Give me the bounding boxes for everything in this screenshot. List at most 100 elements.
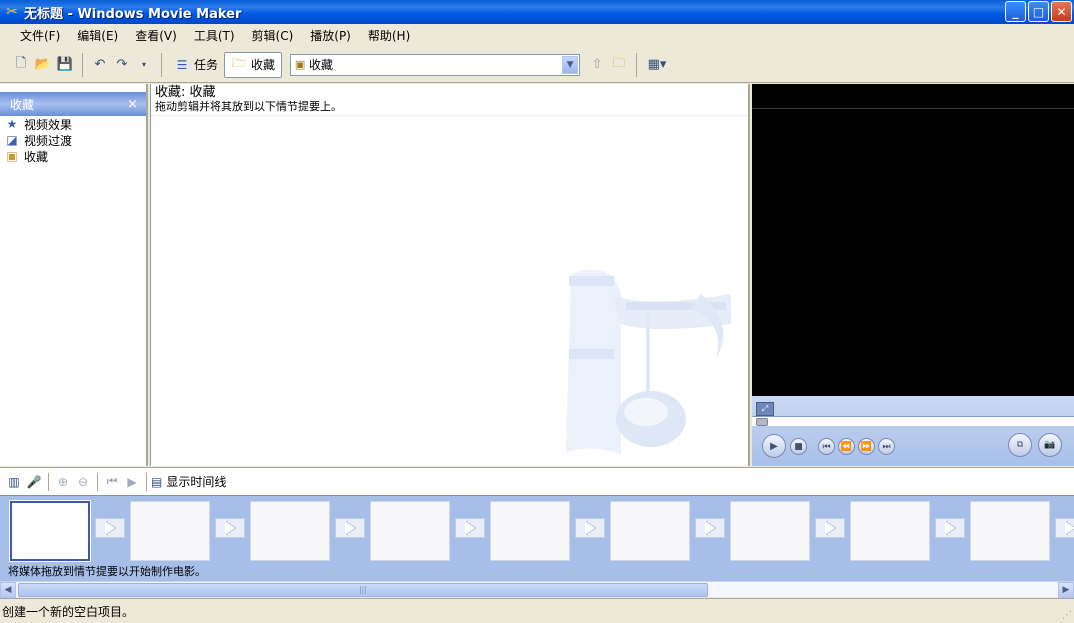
take-picture-button[interactable]: 📷 xyxy=(1038,433,1062,457)
seek-thumb[interactable] xyxy=(756,418,768,426)
up-level-icon[interactable]: ⇧ xyxy=(586,54,608,76)
transition-arrow-icon xyxy=(825,521,835,535)
title-bar: ✂ 无标题 - Windows Movie Maker _ □ ✕ xyxy=(0,0,1074,24)
transition-slot[interactable] xyxy=(935,518,965,538)
tree-item-video-transitions[interactable]: ◪ 视频过渡 xyxy=(0,132,146,148)
transition-slot[interactable] xyxy=(695,518,725,538)
contents-instructions: 拖动剪辑并将其放到以下情节提要上。 xyxy=(155,100,342,113)
chevron-down-icon[interactable]: ▼ xyxy=(562,55,579,74)
open-project-icon[interactable]: 📂 xyxy=(32,54,54,76)
scroll-left-icon[interactable]: ◀ xyxy=(0,581,16,598)
tasks-button[interactable]: ☰ 任务 xyxy=(168,52,224,78)
collections-button[interactable]: 🗁 收藏 xyxy=(224,51,283,78)
transition-arrow-icon xyxy=(705,521,715,535)
menu-help[interactable]: 帮助(H) xyxy=(362,27,416,44)
storyboard-frame[interactable] xyxy=(130,501,210,561)
tree-item-label: 视频效果 xyxy=(24,117,73,132)
scroll-track[interactable]: ||| xyxy=(16,582,1058,598)
zoom-in-icon[interactable]: ⊕ xyxy=(53,472,73,492)
minimize-button[interactable]: _ xyxy=(1005,1,1026,22)
view-options-icon[interactable]: ▦▾ xyxy=(643,54,671,76)
forward-button[interactable]: ⏩ xyxy=(858,438,875,455)
transition-slot[interactable] xyxy=(455,518,485,538)
play-button[interactable]: ▶ xyxy=(762,434,786,458)
collection-icon: ▣ xyxy=(294,58,306,71)
preview-monitor[interactable]: ▶ ■ ⏮ ⏪ ⏩ ⏭ ⧉ 📷 ⤢ xyxy=(752,84,1074,466)
menu-file[interactable]: 文件(F) xyxy=(14,27,66,44)
collection-icon: ▣ xyxy=(6,149,18,163)
storyboard-frame[interactable] xyxy=(370,501,450,561)
maximize-button[interactable]: □ xyxy=(1028,1,1049,22)
next-frame-button[interactable]: ⏭ xyxy=(878,438,895,455)
transition-arrow-icon xyxy=(225,521,235,535)
menu-clip[interactable]: 剪辑(C) xyxy=(246,27,300,44)
transition-arrow-icon xyxy=(465,521,475,535)
transition-slot[interactable] xyxy=(815,518,845,538)
folder-icon: 🗁 xyxy=(231,56,247,70)
menu-bar: 文件(F) 编辑(E) 查看(V) 工具(T) 剪辑(C) 播放(P) 帮助(H… xyxy=(0,24,1074,47)
redo-icon[interactable]: ↷ xyxy=(111,54,133,76)
storyboard-frame[interactable] xyxy=(250,501,330,561)
menu-view[interactable]: 查看(V) xyxy=(129,27,183,44)
menu-edit[interactable]: 编辑(E) xyxy=(71,27,124,44)
storyboard-frame[interactable] xyxy=(850,501,930,561)
transition-slot[interactable] xyxy=(95,518,125,538)
transition-arrow-icon xyxy=(345,521,355,535)
redo-dropdown-icon[interactable]: ▾ xyxy=(133,54,155,76)
menu-tools[interactable]: 工具(T) xyxy=(188,27,241,44)
previous-frame-button[interactable]: ⏮ xyxy=(818,438,835,455)
tree-item-video-effects[interactable]: ★ 视频效果 xyxy=(0,116,146,132)
new-project-icon[interactable]: 🗋 xyxy=(10,54,32,76)
save-project-icon[interactable]: 💾 xyxy=(54,54,76,76)
main-toolbar: 🗋 📂 💾 ↶ ↷ ▾ ☰ 任务 🗁 收藏 ▣ 收藏 ▼ ⇧ 🗀 ▦▾ xyxy=(0,47,1074,83)
collection-contents-pane[interactable]: 收藏: 收藏 拖动剪辑并将其放到以下情节提要上。 xyxy=(150,84,750,466)
resize-grip-icon[interactable]: ⋰ xyxy=(1062,610,1072,621)
storyboard-frame[interactable] xyxy=(970,501,1050,561)
tasks-list-icon: ☰ xyxy=(176,57,188,72)
undo-icon[interactable]: ↶ xyxy=(89,54,111,76)
menu-play[interactable]: 播放(P) xyxy=(304,27,357,44)
transition-slot[interactable] xyxy=(1055,518,1074,538)
transition-arrow-icon xyxy=(945,521,955,535)
storyboard-frame[interactable] xyxy=(9,500,91,562)
movie-maker-app-icon[interactable]: ✂ xyxy=(4,4,20,20)
rewind-storyboard-icon[interactable]: ⏮ xyxy=(102,472,122,492)
play-storyboard-icon[interactable]: ▶ xyxy=(122,472,142,492)
rewind-button[interactable]: ⏪ xyxy=(838,438,855,455)
tree-item-collections[interactable]: ▣ 收藏 xyxy=(0,148,146,164)
collections-pane: 收藏 × ★ 视频效果 ◪ 视频过渡 ▣ 收藏 xyxy=(0,84,148,466)
storyboard-scrollbar[interactable]: ◀ ||| ▶ xyxy=(0,581,1074,598)
toolbar-separator xyxy=(636,52,638,77)
collection-location-select[interactable]: ▣ 收藏 ▼ xyxy=(290,53,581,76)
storyboard-frame[interactable] xyxy=(610,501,690,561)
scroll-thumb[interactable]: ||| xyxy=(18,582,708,597)
fullscreen-icon[interactable]: ⤢ xyxy=(756,402,774,416)
close-button[interactable]: ✕ xyxy=(1051,1,1072,22)
transition-slot[interactable] xyxy=(215,518,245,538)
set-audio-levels-icon[interactable]: ▥ xyxy=(4,472,24,492)
zoom-out-icon[interactable]: ⊖ xyxy=(73,472,93,492)
monitor-divider xyxy=(752,108,1074,109)
transition-slot[interactable] xyxy=(335,518,365,538)
storyboard-frame[interactable] xyxy=(730,501,810,561)
playback-controls-panel: ▶ ■ ⏮ ⏪ ⏩ ⏭ ⧉ 📷 xyxy=(752,396,1074,466)
status-text: 创建一个新的空白项目。 xyxy=(2,604,135,619)
contents-title: 收藏: 收藏 xyxy=(155,85,216,100)
narrate-icon[interactable]: 🎤 xyxy=(24,472,44,492)
show-timeline-button[interactable]: ▤ 显示时间线 xyxy=(151,473,226,490)
storyboard-hint: 将媒体拖放到情节提要以开始制作电影。 xyxy=(8,565,206,578)
scroll-right-icon[interactable]: ▶ xyxy=(1058,581,1074,598)
transition-icon: ◪ xyxy=(6,133,18,147)
status-bar: 创建一个新的空白项目。 ⋰ xyxy=(0,598,1074,623)
new-folder-icon[interactable]: 🗀 xyxy=(608,54,630,76)
show-timeline-label: 显示时间线 xyxy=(166,475,227,489)
split-clip-button[interactable]: ⧉ xyxy=(1008,433,1032,457)
toolbar-separator xyxy=(48,472,49,491)
storyboard[interactable]: 将媒体拖放到情节提要以开始制作电影。 xyxy=(0,495,1074,581)
storyboard-frame[interactable] xyxy=(490,501,570,561)
seek-bar[interactable] xyxy=(752,416,1074,426)
close-pane-icon[interactable]: × xyxy=(127,97,138,112)
transition-slot[interactable] xyxy=(575,518,605,538)
tree-item-label: 收藏 xyxy=(24,149,49,164)
stop-button[interactable]: ■ xyxy=(790,438,807,455)
